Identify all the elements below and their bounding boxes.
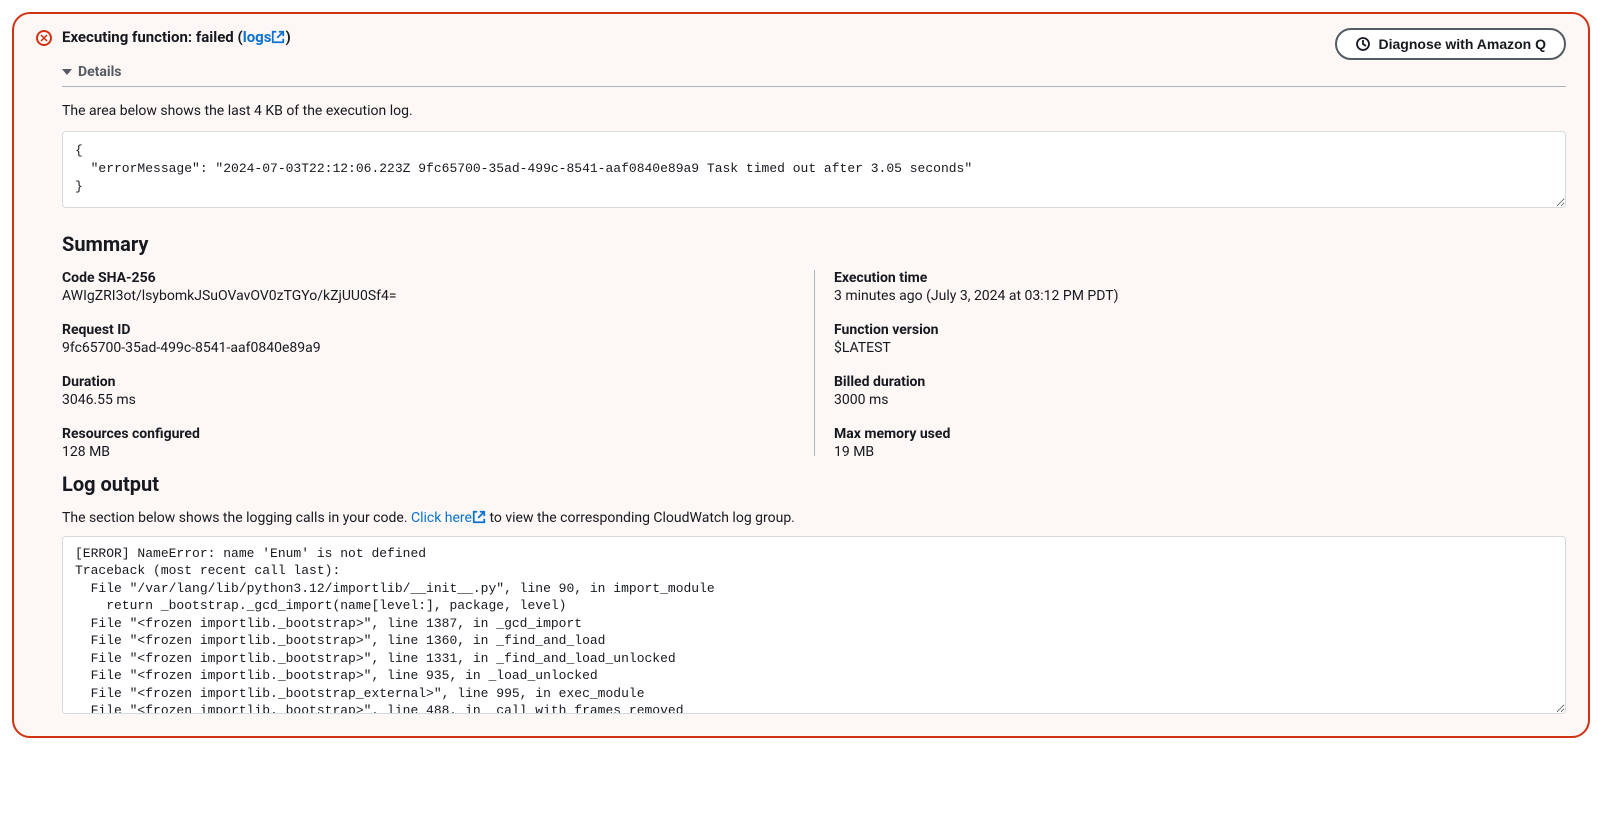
- kv-value: $LATEST: [834, 340, 1546, 356]
- kv-label: Code SHA-256: [62, 270, 794, 286]
- kv-label: Request ID: [62, 322, 794, 338]
- error-json-box[interactable]: { "errorMessage": "2024-07-03T22:12:06.2…: [62, 131, 1566, 208]
- kv-label: Max memory used: [834, 426, 1546, 442]
- kv-label: Billed duration: [834, 374, 1546, 390]
- summary-heading: Summary: [62, 232, 1566, 256]
- triangle-down-icon: [62, 69, 72, 75]
- kv-value: 3046.55 ms: [62, 392, 794, 408]
- summary-grid: Code SHA-256 AWIgZRI3ot/lsybomkJSuOVavOV…: [62, 270, 1566, 460]
- exec-log-intro: The area below shows the last 4 KB of th…: [62, 103, 1566, 119]
- summary-col-left: Code SHA-256 AWIgZRI3ot/lsybomkJSuOVavOV…: [62, 270, 814, 460]
- execution-error-panel: ✕ Executing function: failed (logs ) Dia…: [12, 12, 1590, 738]
- header-text-wrap: Executing function: failed (logs ): [62, 28, 291, 46]
- summary-billed-duration: Billed duration 3000 ms: [834, 374, 1546, 408]
- kv-value: 3000 ms: [834, 392, 1546, 408]
- kv-label: Function version: [834, 322, 1546, 338]
- summary-duration: Duration 3046.55 ms: [62, 374, 794, 408]
- summary-resources-configured: Resources configured 128 MB: [62, 426, 794, 460]
- diagnose-icon: [1355, 36, 1371, 52]
- error-icon: ✕: [36, 30, 52, 46]
- log-intro-prefix: The section below shows the logging call…: [62, 510, 411, 526]
- kv-label: Execution time: [834, 270, 1546, 286]
- kv-label: Resources configured: [62, 426, 794, 442]
- kv-value: AWIgZRI3ot/lsybomkJSuOVavOV0zTGYo/kZjUU0…: [62, 288, 794, 304]
- details-toggle[interactable]: Details: [62, 62, 1566, 87]
- log-output-heading: Log output: [62, 472, 1566, 496]
- kv-value: 19 MB: [834, 444, 1546, 460]
- summary-max-memory-used: Max memory used 19 MB: [834, 426, 1546, 460]
- diagnose-button-label: Diagnose with Amazon Q: [1379, 36, 1547, 52]
- log-intro-suffix: to view the corresponding CloudWatch log…: [486, 510, 795, 526]
- kv-label: Duration: [62, 374, 794, 390]
- cloudwatch-link[interactable]: Click here: [411, 510, 486, 526]
- summary-col-right: Execution time 3 minutes ago (July 3, 20…: [814, 270, 1566, 460]
- summary-request-id: Request ID 9fc65700-35ad-499c-8541-aaf08…: [62, 322, 794, 356]
- logs-link[interactable]: logs: [243, 28, 286, 46]
- diagnose-button[interactable]: Diagnose with Amazon Q: [1335, 28, 1567, 60]
- log-output-box[interactable]: [ERROR] NameError: name 'Enum' is not de…: [62, 536, 1566, 714]
- header-title: Executing function: failed (logs ): [62, 28, 291, 46]
- external-link-icon: [472, 510, 486, 524]
- details-toggle-label: Details: [78, 64, 122, 80]
- panel-header-left: ✕ Executing function: failed (logs ): [36, 28, 1323, 46]
- log-output-intro: The section below shows the logging call…: [62, 510, 1566, 526]
- summary-function-version: Function version $LATEST: [834, 322, 1546, 356]
- summary-code-sha256: Code SHA-256 AWIgZRI3ot/lsybomkJSuOVavOV…: [62, 270, 794, 304]
- kv-value: 128 MB: [62, 444, 794, 460]
- header-title-prefix: Executing function: failed (: [62, 28, 243, 46]
- panel-content: Details The area below shows the last 4 …: [62, 62, 1566, 714]
- kv-value: 9fc65700-35ad-499c-8541-aaf0840e89a9: [62, 340, 794, 356]
- summary-execution-time: Execution time 3 minutes ago (July 3, 20…: [834, 270, 1546, 304]
- kv-value: 3 minutes ago (July 3, 2024 at 03:12 PM …: [834, 288, 1546, 304]
- panel-header: ✕ Executing function: failed (logs ) Dia…: [36, 28, 1566, 60]
- header-title-suffix: ): [285, 28, 290, 46]
- external-link-icon: [271, 30, 285, 44]
